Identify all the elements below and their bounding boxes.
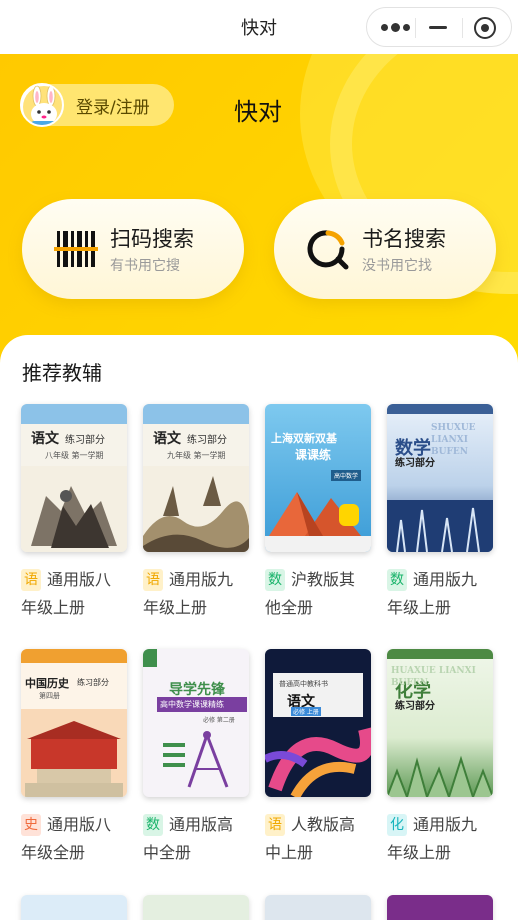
book-card[interactable]: 数学 练习部分 SHUXUE LIANXI BUFEN 数通用版九 年级上册 bbox=[387, 404, 493, 617]
book-cover-partial[interactable] bbox=[21, 895, 127, 920]
mini-program-capsule bbox=[366, 7, 512, 47]
book-card[interactable]: 中国历史 练习部分 第四册 史通用版八 年级全册 bbox=[21, 649, 127, 862]
book-cover-partial[interactable] bbox=[387, 895, 493, 920]
book-title-line2: 年级上册 bbox=[21, 598, 86, 617]
book-card[interactable]: 上海双新双基 课课练 高中数学 数沪教版其 他全册 bbox=[265, 404, 371, 617]
subject-tag: 数 bbox=[387, 569, 407, 591]
name-search-label: 书名搜索 bbox=[362, 227, 446, 251]
book-title: 通用版九 bbox=[413, 815, 478, 834]
search-icon bbox=[306, 227, 350, 271]
book-cover: 数学 练习部分 SHUXUE LIANXI BUFEN bbox=[387, 404, 493, 552]
book-title: 通用版八 bbox=[47, 815, 112, 834]
top-bar: 快对 bbox=[0, 0, 518, 54]
app-title: 快对 bbox=[234, 98, 282, 126]
login-button[interactable]: 登录/注册 bbox=[20, 83, 174, 127]
book-title-line2: 年级全册 bbox=[21, 843, 86, 862]
name-search-button[interactable]: 书名搜索 没书用它找 bbox=[274, 199, 496, 299]
scan-search-label: 扫码搜索 bbox=[110, 227, 194, 251]
scan-search-sub: 有书用它搜 bbox=[110, 258, 180, 274]
book-card[interactable]: 语文 练习部分 八年级 第一学期 语通用版八 年级上册 bbox=[21, 404, 127, 617]
more-icon[interactable] bbox=[381, 22, 411, 34]
avatar-icon bbox=[20, 83, 64, 127]
book-cover: 语文 练习部分 八年级 第一学期 bbox=[21, 404, 127, 552]
subject-tag: 数 bbox=[265, 569, 285, 591]
book-title: 通用版九 bbox=[413, 570, 478, 589]
book-title: 通用版八 bbox=[47, 570, 112, 589]
close-target-icon[interactable] bbox=[474, 17, 496, 39]
book-title-line2: 年级上册 bbox=[387, 843, 452, 862]
book-title: 通用版九 bbox=[169, 570, 234, 589]
book-cover: 导学先锋 高中数学课课精练 必修 第二册 bbox=[143, 649, 249, 797]
book-cover: 中国历史 练习部分 第四册 bbox=[21, 649, 127, 797]
book-title-line2: 他全册 bbox=[265, 598, 314, 617]
book-title: 沪教版其 bbox=[291, 570, 356, 589]
barcode-icon bbox=[54, 227, 98, 271]
book-card[interactable]: 化学 练习部分 HUAXUE LIANXI BUFEN 化通用版九 年级上册 bbox=[387, 649, 493, 862]
book-title: 人教版高 bbox=[291, 815, 356, 834]
book-cover: 上海双新双基 课课练 高中数学 bbox=[265, 404, 371, 552]
subject-tag: 数 bbox=[143, 814, 163, 836]
book-cover: 化学 练习部分 HUAXUE LIANXI BUFEN bbox=[387, 649, 493, 797]
scan-search-button[interactable]: 扫码搜索 有书用它搜 bbox=[22, 199, 244, 299]
subject-tag: 语 bbox=[143, 569, 163, 591]
book-cover-partial[interactable] bbox=[143, 895, 249, 920]
book-title-line2: 中上册 bbox=[265, 843, 314, 862]
name-search-sub: 没书用它找 bbox=[362, 258, 432, 274]
recommend-panel: 推荐教辅 语文 练习部分 八年级 第一学期 语通用版八 年级上册 语文 练习部分… bbox=[0, 335, 518, 920]
book-title-line2: 年级上册 bbox=[387, 598, 452, 617]
book-card[interactable]: 普通高中教科书 语文 必修 上册 语人教版高 中上册 bbox=[265, 649, 371, 862]
book-title: 通用版高 bbox=[169, 815, 234, 834]
section-title: 推荐教辅 bbox=[22, 361, 102, 385]
book-cover: 普通高中教科书 语文 必修 上册 bbox=[265, 649, 371, 797]
book-title-line2: 中全册 bbox=[143, 843, 192, 862]
book-card[interactable]: 语文 练习部分 九年级 第一学期 语通用版九 年级上册 bbox=[143, 404, 249, 617]
header-banner: 登录/注册 快对 扫码搜索 有书用它搜 书名搜索 没书用它找 bbox=[0, 54, 518, 374]
login-label: 登录/注册 bbox=[76, 98, 150, 118]
book-title-line2: 年级上册 bbox=[143, 598, 208, 617]
minimize-icon[interactable] bbox=[429, 26, 447, 29]
subject-tag: 史 bbox=[21, 814, 41, 836]
subject-tag: 语 bbox=[265, 814, 285, 836]
subject-tag: 化 bbox=[387, 814, 407, 836]
book-cover-partial[interactable] bbox=[265, 895, 371, 920]
subject-tag: 语 bbox=[21, 569, 41, 591]
book-cover: 语文 练习部分 九年级 第一学期 bbox=[143, 404, 249, 552]
book-card[interactable]: 导学先锋 高中数学课课精练 必修 第二册 数通用版高 中全册 bbox=[143, 649, 249, 862]
